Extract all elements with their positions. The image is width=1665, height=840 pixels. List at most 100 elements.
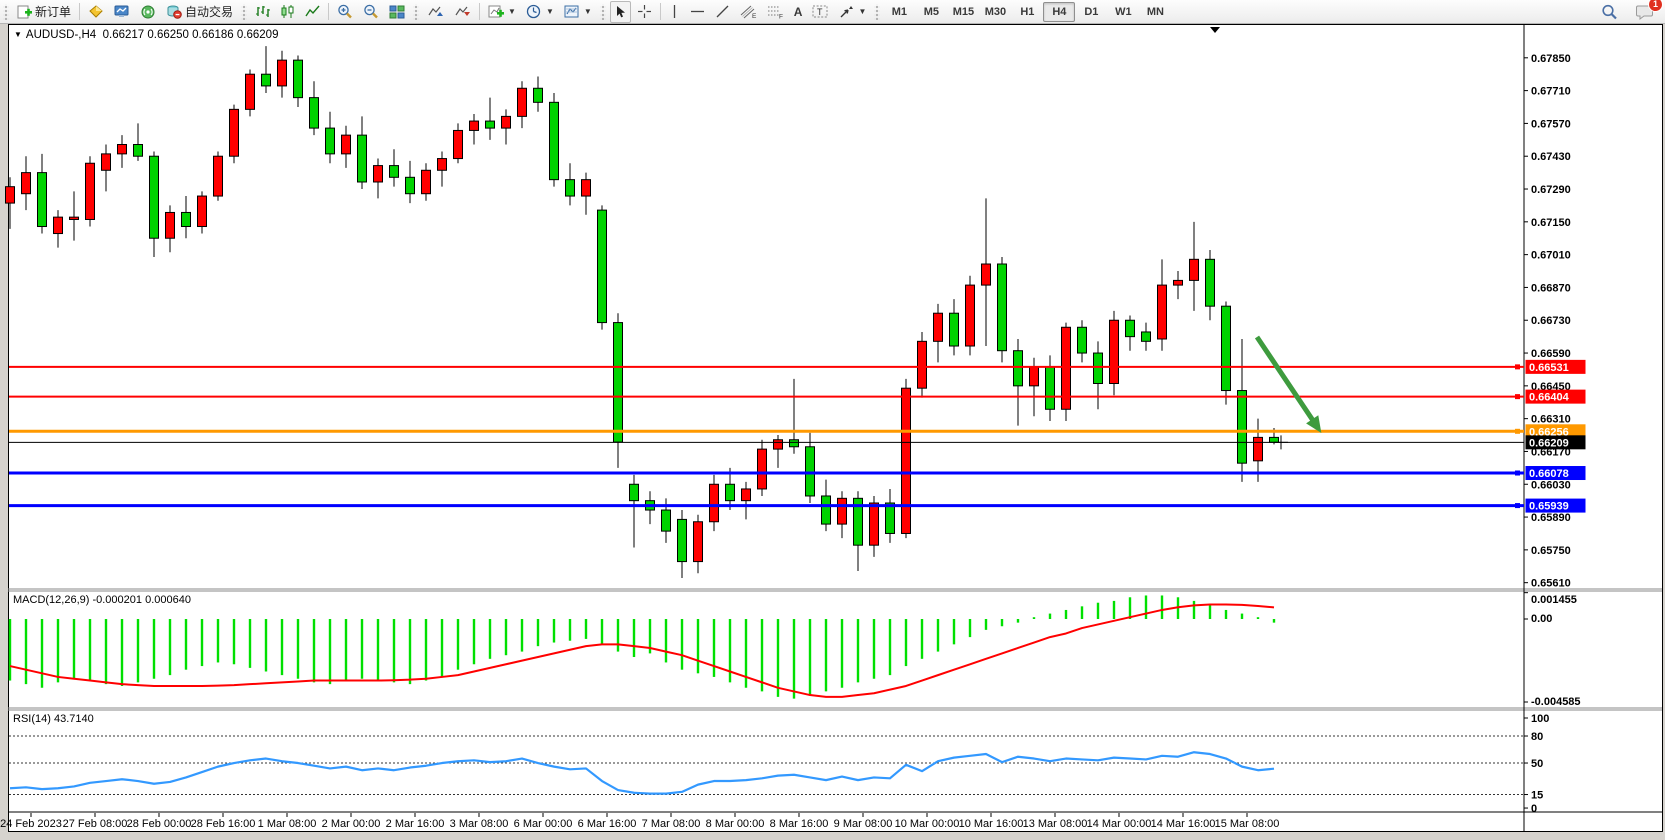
timeframe-button-m30[interactable]: M30	[979, 2, 1011, 22]
timeframe-button-h4[interactable]: H4	[1043, 2, 1075, 22]
level-lines-layer[interactable]	[9, 360, 1586, 513]
chevron-down-icon: ▼	[546, 7, 554, 16]
svg-text:0.001455: 0.001455	[1531, 594, 1577, 606]
horizontal-line-icon	[690, 4, 705, 19]
text-tool-button[interactable]: A	[790, 1, 807, 23]
timeframe-button-h1[interactable]: H1	[1011, 2, 1043, 22]
svg-text:0.67290: 0.67290	[1531, 184, 1571, 196]
svg-text:0.65890: 0.65890	[1531, 512, 1571, 524]
svg-text:E: E	[752, 13, 757, 19]
svg-text:0.67570: 0.67570	[1531, 118, 1571, 130]
autoscroll-marker[interactable]	[1210, 27, 1220, 33]
horizontal-line-tool-button[interactable]	[686, 1, 709, 23]
templates-button[interactable]: ▼	[560, 1, 596, 23]
crosshair-icon	[637, 4, 652, 19]
bar-chart-type-button[interactable]	[251, 1, 274, 23]
text-icon: A	[794, 5, 803, 19]
cursor-icon	[614, 5, 627, 19]
signal-button[interactable]	[136, 1, 160, 23]
toolbar: 新订单 自动交易	[0, 0, 1665, 24]
svg-text:15 Mar 08:00: 15 Mar 08:00	[1215, 818, 1280, 830]
svg-text:100: 100	[1531, 713, 1549, 725]
svg-text:2 Mar 00:00: 2 Mar 00:00	[322, 818, 381, 830]
svg-text:8 Mar 16:00: 8 Mar 16:00	[770, 818, 829, 830]
svg-text:0.67430: 0.67430	[1531, 151, 1571, 163]
tile-windows-button[interactable]	[385, 1, 409, 23]
diamond-icon	[88, 4, 104, 19]
svg-text:14 Mar 16:00: 14 Mar 16:00	[1151, 818, 1216, 830]
svg-text:0.67710: 0.67710	[1531, 86, 1571, 98]
line-chart-type-button[interactable]	[301, 1, 324, 23]
indicators-button[interactable]: ▼	[484, 1, 520, 23]
timeframe-button-mn[interactable]: MN	[1139, 2, 1171, 22]
svg-text:50: 50	[1531, 758, 1543, 770]
svg-text:8 Mar 00:00: 8 Mar 00:00	[706, 818, 765, 830]
separator	[660, 3, 661, 20]
svg-text:0.65610: 0.65610	[1531, 578, 1571, 590]
svg-text:0.66030: 0.66030	[1531, 479, 1571, 491]
toolbar-grip[interactable]	[413, 4, 419, 20]
svg-text:6 Mar 00:00: 6 Mar 00:00	[514, 818, 573, 830]
annotation-arrow[interactable]	[1257, 337, 1321, 433]
previous-chart-button[interactable]	[423, 1, 448, 23]
svg-text:1 Mar 08:00: 1 Mar 08:00	[258, 818, 317, 830]
svg-text:10 Mar 00:00: 10 Mar 00:00	[895, 818, 960, 830]
channel-tool-button[interactable]: E	[736, 1, 761, 23]
svg-text:-0.004585: -0.004585	[1531, 696, 1581, 708]
timeframe-button-d1[interactable]: D1	[1075, 2, 1107, 22]
candlestick-type-button[interactable]	[276, 1, 299, 23]
timeframe-button-m15[interactable]: M15	[947, 2, 979, 22]
autotrade-button[interactable]: 自动交易	[162, 1, 237, 23]
new-order-label: 新订单	[35, 3, 71, 20]
periods-button[interactable]: ▼	[522, 1, 558, 23]
svg-text:0.00: 0.00	[1531, 613, 1552, 625]
fibonacci-tool-button[interactable]: F	[763, 1, 788, 23]
chart-prev-icon	[427, 4, 444, 19]
timeframe-bar: M1M5M15M30H1H4D1W1MN	[883, 2, 1171, 22]
vertical-line-tool-button[interactable]	[665, 1, 684, 23]
timeframe-button-m5[interactable]: M5	[915, 2, 947, 22]
search-icon	[1601, 4, 1618, 20]
notifications-button[interactable]: 1	[1632, 1, 1658, 23]
svg-text:0.67850: 0.67850	[1531, 53, 1571, 65]
timeframe-button-m1[interactable]: M1	[883, 2, 915, 22]
crosshair-tool-button[interactable]	[633, 1, 656, 23]
trendline-tool-button[interactable]	[711, 1, 734, 23]
notification-badge: 1	[1648, 0, 1663, 12]
date-axis[interactable]	[31, 813, 1247, 817]
new-order-icon	[17, 4, 32, 19]
toolbar-grip[interactable]	[600, 4, 606, 20]
zoom-out-button[interactable]	[359, 1, 383, 23]
svg-text:0.65939: 0.65939	[1529, 501, 1569, 513]
svg-text:F: F	[779, 14, 783, 20]
svg-text:0.66078: 0.66078	[1529, 468, 1569, 480]
equidistant-channel-icon: E	[740, 4, 757, 19]
svg-text:13 Mar 08:00: 13 Mar 08:00	[1023, 818, 1088, 830]
arrows-tool-button[interactable]: ▼	[835, 1, 870, 23]
text-label-tool-button[interactable]: T	[808, 1, 833, 23]
cursor-tool-button[interactable]	[610, 1, 631, 23]
diamond-button[interactable]	[84, 1, 108, 23]
bar-chart-icon	[255, 4, 270, 19]
vertical-line-icon	[669, 4, 680, 19]
rsi-indicator-label: RSI(14) 43.7140	[13, 713, 94, 725]
svg-text:9 Mar 08:00: 9 Mar 08:00	[834, 818, 893, 830]
svg-text:6 Mar 16:00: 6 Mar 16:00	[578, 818, 637, 830]
toolbar-grip[interactable]	[874, 4, 880, 20]
chart-plot[interactable]: 0.678500.677100.675700.674300.672900.671…	[0, 0, 1665, 840]
zoom-in-icon	[337, 4, 353, 19]
autotrade-icon	[166, 4, 182, 19]
symbol-dropdown-icon[interactable]: ▼	[14, 30, 22, 39]
toolbar-grip[interactable]	[241, 4, 247, 20]
candlestick-icon	[280, 4, 295, 19]
macd-pane	[10, 593, 1528, 702]
timeframe-button-w1[interactable]: W1	[1107, 2, 1139, 22]
macd-indicator-label: MACD(12,26,9) -0.000201 0.000640	[13, 594, 191, 606]
toolbar-grip[interactable]	[3, 4, 9, 20]
terminal-button[interactable]	[110, 1, 134, 23]
new-order-button[interactable]: 新订单	[13, 1, 75, 23]
search-button[interactable]	[1597, 1, 1622, 23]
svg-text:0.66531: 0.66531	[1529, 362, 1569, 374]
zoom-in-button[interactable]	[333, 1, 357, 23]
next-chart-button[interactable]	[450, 1, 475, 23]
